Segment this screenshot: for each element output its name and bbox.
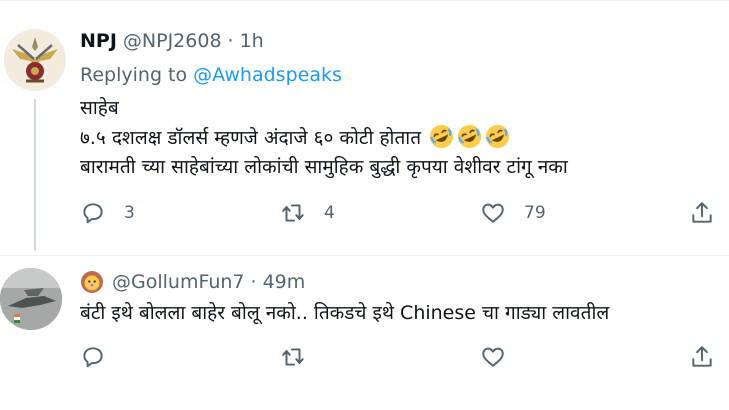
tweet-actions: 3 4 79 — [80, 200, 720, 232]
reply-count: 3 — [124, 203, 135, 223]
avatar[interactable] — [0, 268, 62, 330]
share-icon — [692, 346, 712, 367]
replying-to: Replying to @Awhadspeaks — [80, 64, 342, 86]
laughing-emoji-icon — [430, 124, 454, 149]
retweet-button[interactable]: 4 — [280, 200, 335, 226]
display-name[interactable]: NPJ — [80, 30, 117, 52]
tweet-header: @GollumFun7 · 49m — [80, 270, 305, 294]
tweet[interactable]: NPJ @NPJ2608 · 1h Replying to @Awhadspea… — [0, 0, 729, 255]
avatar[interactable] — [4, 29, 66, 91]
retweet-count: 4 — [324, 203, 335, 223]
user-handle[interactable]: @NPJ2608 — [123, 30, 222, 52]
laughing-emoji-icon — [486, 124, 510, 149]
share-icon — [692, 202, 712, 223]
timestamp[interactable]: 49m — [263, 271, 306, 293]
tweet[interactable]: @GollumFun7 · 49m बंटी इथे बोलला बाहेर ब… — [0, 256, 729, 410]
like-icon — [482, 203, 504, 223]
separator-dot: · — [250, 271, 257, 293]
replying-to-mention[interactable]: @Awhadspeaks — [193, 64, 342, 86]
like-icon — [482, 347, 504, 367]
laughing-emoji-icon — [458, 124, 482, 149]
tweet-actions — [80, 344, 720, 376]
tweet-line-1: साहेब — [80, 97, 119, 119]
tweet-text: बंटी इथे बोलला बाहेर बोलू नको.. तिकडचे इ… — [80, 302, 610, 324]
tweet-line-2-wrap: ७.५ दशलक्ष डॉलर्स म्हणजे अंदाजे ६० कोटी … — [80, 123, 568, 153]
like-button[interactable] — [480, 344, 506, 370]
retweet-icon — [282, 204, 304, 222]
retweet-button[interactable] — [280, 344, 306, 370]
like-count: 79 — [524, 203, 546, 223]
share-button[interactable] — [689, 200, 715, 226]
tweet-text: साहेब ७.५ दशलक्ष डॉलर्स म्हणजे अंदाजे ६०… — [80, 94, 568, 182]
thread-line — [34, 99, 36, 251]
reply-icon — [83, 203, 103, 224]
user-handle[interactable]: @GollumFun7 — [112, 271, 245, 293]
tweet-line-2: ७.५ दशलक्ष डॉलर्स म्हणजे अंदाजे ६० कोटी … — [80, 127, 422, 149]
replying-prefix: Replying to — [80, 64, 194, 86]
reply-button[interactable]: 3 — [80, 200, 135, 226]
retweet-icon — [282, 348, 304, 366]
lion-emoji-icon — [81, 271, 103, 293]
tweet-line-3: बारामती च्या साहेबांच्या लोकांची सामुहिक… — [80, 156, 568, 178]
army-emblem-icon — [4, 29, 66, 91]
reply-button[interactable] — [80, 344, 106, 370]
separator-dot: · — [227, 30, 234, 52]
share-button[interactable] — [689, 344, 715, 370]
avatar-photo-icon — [0, 268, 62, 330]
like-button[interactable]: 79 — [480, 200, 546, 226]
tweet-header: NPJ @NPJ2608 · 1h — [80, 30, 264, 52]
reply-icon — [83, 347, 103, 368]
timestamp[interactable]: 1h — [240, 30, 264, 52]
